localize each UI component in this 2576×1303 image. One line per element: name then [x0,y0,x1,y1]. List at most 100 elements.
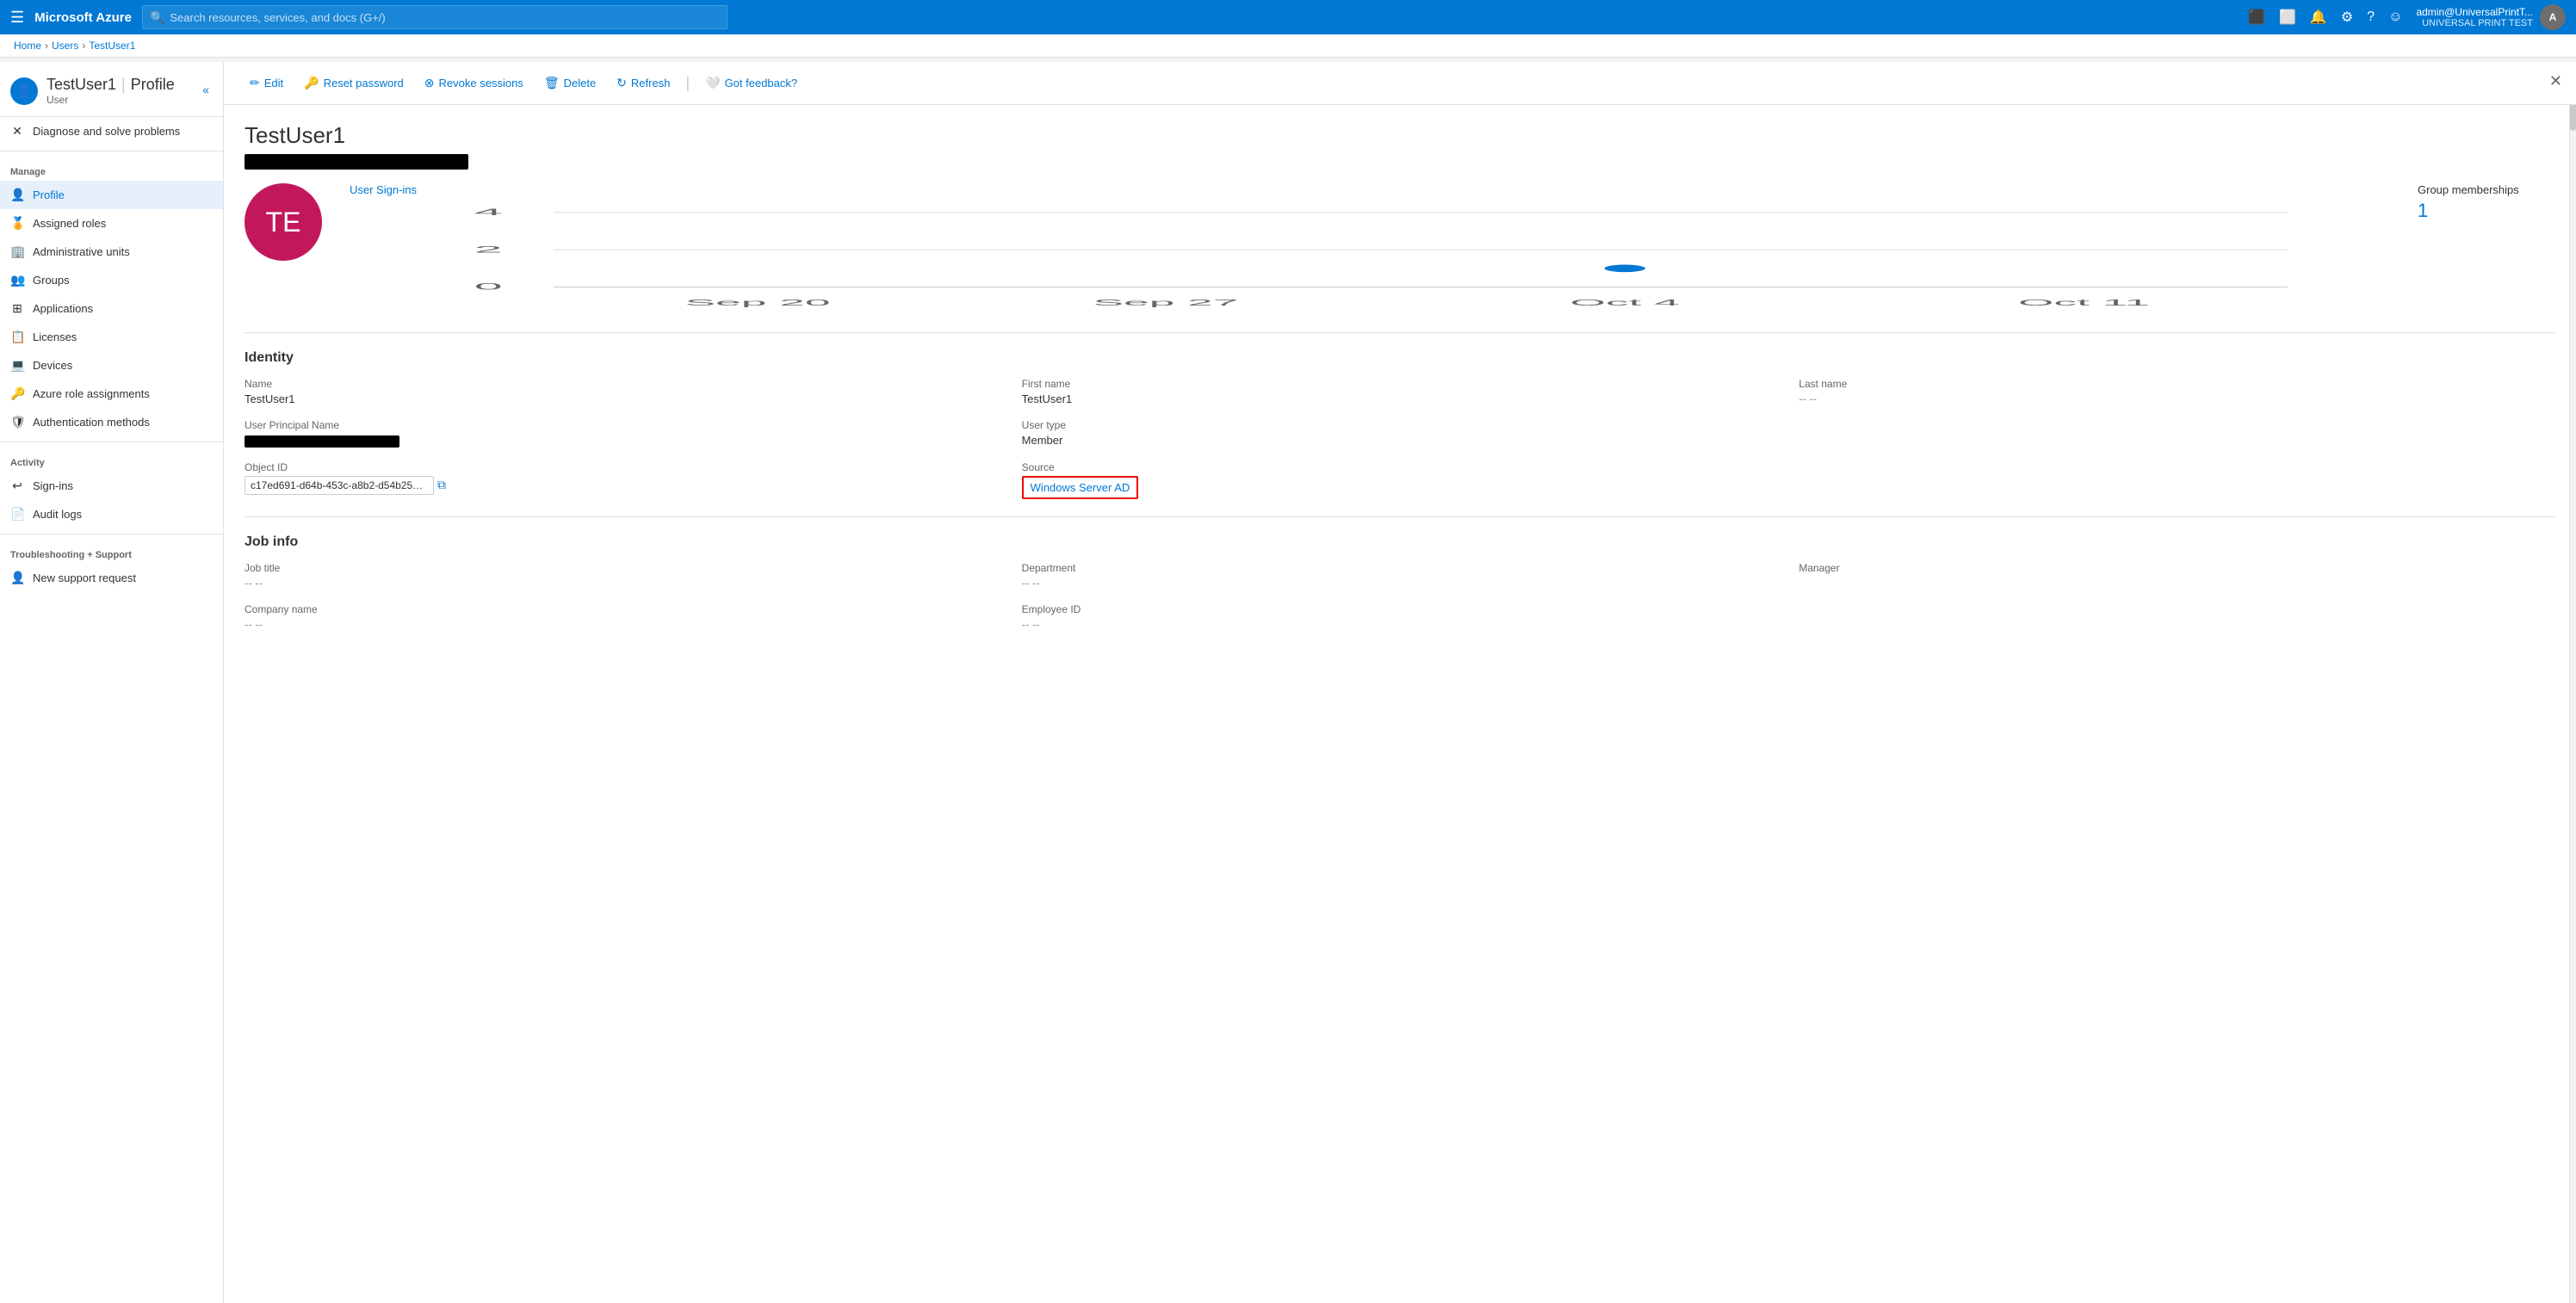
company-name-label: Company name [245,603,1001,615]
sidebar-azure-role-label: Azure role assignments [33,387,150,400]
user-account[interactable]: admin@UniversalPrintT... UNIVERSAL PRINT… [2416,4,2566,30]
sidebar-audit-logs-label: Audit logs [33,508,82,521]
job-info-section-title: Job info [245,534,2555,550]
admin-units-icon: 🏢 [10,244,24,259]
sidebar-title: TestUser1 [46,76,116,94]
employee-id-value: -- -- [1022,618,1779,631]
toolbar: ✏ Edit 🔑 Reset password ⊗ Revoke session… [224,62,2576,105]
reset-password-button[interactable]: 🔑 Reset password [295,71,412,96]
sidebar-item-administrative-units[interactable]: 🏢 Administrative units [0,238,223,266]
sidebar-user-icon: 👤 [10,77,38,105]
top-section: TE User Sign-ins 4 2 0 [245,183,2555,315]
breadcrumb-users[interactable]: Users [52,40,78,52]
identity-name-value: TestUser1 [245,392,1001,405]
chart-title[interactable]: User Sign-ins [350,183,2390,196]
sidebar-item-licenses[interactable]: 📋 Licenses [0,323,223,351]
identity-firstname-label: First name [1022,378,1779,390]
identity-objectid-field: Object ID ⧉ [245,461,1001,499]
sidebar-admin-units-label: Administrative units [33,245,130,258]
delete-button[interactable]: 🗑 Delete [536,71,604,96]
sidebar-item-profile[interactable]: 👤 Profile [0,181,223,209]
sidebar-item-assigned-roles[interactable]: 🏅 Assigned roles [0,209,223,238]
audit-logs-icon: 📄 [10,507,24,522]
top-navigation: ☰ Microsoft Azure 🔍 ⬛ ⬜ 🔔 ⚙ ? ☺ admin@Un… [0,0,2576,34]
breadcrumb-current: TestUser1 [89,40,135,52]
revoke-sessions-button[interactable]: ⊗ Revoke sessions [416,71,532,96]
job-title-value: -- -- [245,577,1001,590]
nav-icons: ⬛ ⬜ 🔔 ⚙ ? ☺ admin@UniversalPrintT... UNI… [2248,4,2566,30]
heart-icon: 🤍 [705,76,720,90]
scrollbar[interactable] [2569,62,2576,1303]
sidebar-item-applications[interactable]: ⊞ Applications [0,294,223,323]
breadcrumb-home[interactable]: Home [14,40,41,52]
tenant-display: UNIVERSAL PRINT TEST [2416,18,2533,28]
svg-text:4: 4 [474,207,503,217]
collapse-button[interactable]: « [199,79,213,100]
sidebar-devices-label: Devices [33,359,72,372]
sidebar-item-sign-ins[interactable]: ↩ Sign-ins [0,472,223,500]
cloud-shell-icon[interactable]: ⬛ [2248,9,2265,26]
sidebar-groups-label: Groups [33,274,70,287]
sidebar-item-devices[interactable]: 💻 Devices [0,351,223,380]
edit-button[interactable]: ✏ Edit [241,71,292,96]
identity-firstname-field: First name TestUser1 [1022,378,1779,405]
brand-name: Microsoft Azure [34,10,132,25]
sidebar-item-diagnose[interactable]: ✕ Diagnose and solve problems [0,117,223,145]
portal-icon[interactable]: ⬜ [2279,9,2296,26]
user-avatar: TE [245,183,322,261]
username-display: admin@UniversalPrintT... [2416,6,2533,18]
refresh-label: Refresh [631,77,671,90]
redacted-email [245,154,468,170]
identity-usertype-value: Member [1022,434,1779,447]
breadcrumb-sep-2: › [82,40,85,52]
hamburger-icon[interactable]: ☰ [10,9,24,27]
support-request-icon: 👤 [10,571,24,585]
identity-source-label: Source [1022,461,1779,473]
groups-icon: 👥 [10,273,24,287]
identity-objectid-input[interactable] [245,476,434,495]
svg-text:0: 0 [474,281,503,292]
sidebar-item-azure-role-assignments[interactable]: 🔑 Azure role assignments [0,380,223,408]
job-info-section: Job info Job title -- -- Department -- -… [245,534,2555,631]
azure-role-icon: 🔑 [10,386,24,401]
copy-icon[interactable]: ⧉ [437,478,446,492]
identity-upn-value [245,434,1001,448]
feedback-button[interactable]: 🤍 Got feedback? [697,71,806,96]
toolbar-separator: | [685,74,690,92]
refresh-button[interactable]: ↻ Refresh [608,71,678,96]
svg-text:Sep 27: Sep 27 [1093,299,1238,308]
search-input[interactable] [170,11,720,24]
job-title-label: Job title [245,562,1001,574]
notifications-icon[interactable]: 🔔 [2310,9,2327,26]
group-memberships-label: Group memberships [2418,183,2555,196]
feedback-label: Got feedback? [725,77,798,90]
edit-icon: ✏ [250,76,260,90]
sidebar-profile-label: Profile [33,188,65,201]
feedback-icon[interactable]: ☺ [2388,9,2402,25]
sidebar-subtitle: User [46,94,175,106]
sidebar-item-groups[interactable]: 👥 Groups [0,266,223,294]
identity-objectid-wrapper: ⧉ [245,476,1001,495]
settings-icon[interactable]: ⚙ [2341,9,2353,26]
identity-name-label: Name [245,378,1001,390]
edit-label: Edit [264,77,283,90]
help-icon[interactable]: ? [2367,9,2375,25]
identity-lastname-value: -- -- [1799,392,2555,405]
search-bar[interactable]: 🔍 [142,5,728,29]
manager-field: Manager [1799,562,2555,590]
job-info-fields: Job title -- -- Department -- -- Manager… [245,562,2555,631]
troubleshooting-section-label: Troubleshooting + Support [0,540,223,564]
sidebar-header: 👤 TestUser1 | Profile User « [0,62,223,117]
sidebar-item-authentication-methods[interactable]: 🛡 Authentication methods [0,408,223,436]
group-memberships-count[interactable]: 1 [2418,200,2555,222]
close-button[interactable]: ✕ [2549,72,2562,90]
sidebar-item-new-support-request[interactable]: 👤 New support request [0,564,223,592]
employee-id-label: Employee ID [1022,603,1779,615]
company-name-value: -- -- [245,618,1001,631]
sidebar-item-audit-logs[interactable]: 📄 Audit logs [0,500,223,528]
svg-text:2: 2 [474,244,503,255]
identity-source-value[interactable]: Windows Server AD [1031,481,1130,494]
identity-fields: Name TestUser1 First name TestUser1 Last… [245,378,2555,499]
search-icon: 🔍 [150,10,164,25]
identity-lastname-label: Last name [1799,378,2555,390]
